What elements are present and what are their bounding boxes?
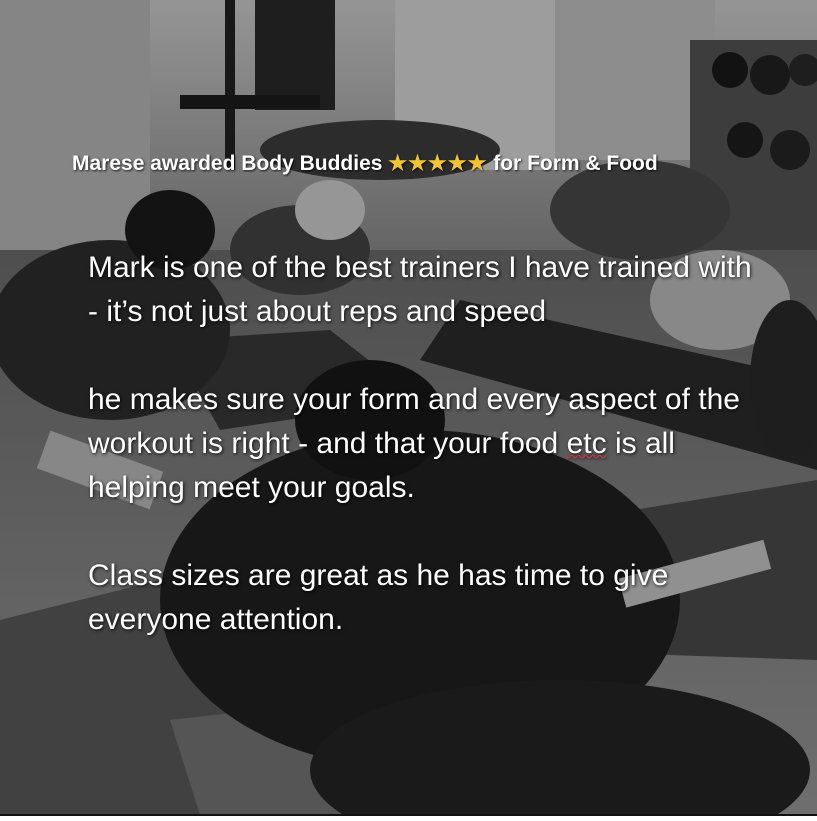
review-paragraph-2: he makes sure your form and every aspect… [88, 378, 753, 510]
bottom-border [0, 814, 817, 816]
review-text: Mark is one of the best trainers I have … [88, 246, 753, 642]
review-paragraph-1: Mark is one of the best trainers I have … [88, 251, 752, 328]
review-paragraph-3: Class sizes are great as he has time to … [88, 559, 669, 636]
headline-suffix: for Form & Food [487, 152, 658, 175]
headline-prefix: Marese awarded Body Buddies [72, 152, 389, 175]
spellcheck-word: etc [566, 427, 607, 460]
review-card: Marese awarded Body Buddies ★★★★★ for Fo… [0, 0, 817, 821]
five-star-rating-icon: ★★★★★ [388, 152, 488, 175]
award-headline: Marese awarded Body Buddies ★★★★★ for Fo… [72, 146, 762, 181]
